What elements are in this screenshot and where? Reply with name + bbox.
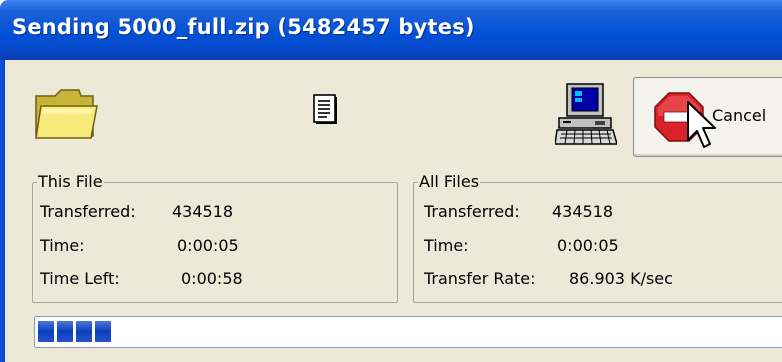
all-files-time-label: Time:	[424, 236, 469, 255]
this-file-transferred-value: 434518	[172, 202, 234, 221]
transfer-dialog: Sending 5000_full.zip (5482457 bytes) Ca…	[0, 0, 782, 362]
this-file-time-value: 0:00:05	[177, 236, 239, 255]
window-title: Sending 5000_full.zip (5482457 bytes)	[12, 15, 475, 39]
this-file-time-label: Time:	[40, 236, 85, 255]
all-files-rate-label: Transfer Rate:	[424, 269, 536, 288]
all-files-transferred-value: 434518	[552, 202, 614, 221]
all-files-transferred-label: Transferred:	[424, 202, 520, 221]
progress-chunk	[76, 321, 92, 342]
progress-chunk	[95, 321, 111, 342]
all-files-rate-value: 86.903 K/sec	[569, 269, 673, 288]
mouse-cursor-icon	[687, 101, 716, 148]
all-files-legend: All Files	[418, 172, 481, 191]
progress-chunk	[57, 321, 73, 342]
cancel-button-label: Cancel	[712, 106, 767, 125]
this-file-transferred-label: Transferred:	[40, 202, 136, 221]
document-icon	[313, 94, 337, 124]
progress-chunk	[38, 321, 54, 342]
this-file-time-left-value: 0:00:58	[181, 269, 243, 288]
progress-fill	[38, 321, 111, 342]
title-bar[interactable]: Sending 5000_full.zip (5482457 bytes)	[0, 0, 782, 60]
this-file-legend: This File	[37, 172, 104, 191]
transfer-progress-bar	[34, 316, 782, 348]
this-file-time-left-label: Time Left:	[40, 269, 120, 288]
folder-icon	[35, 89, 98, 139]
all-files-time-value: 0:00:05	[557, 236, 619, 255]
computer-icon	[555, 83, 617, 145]
